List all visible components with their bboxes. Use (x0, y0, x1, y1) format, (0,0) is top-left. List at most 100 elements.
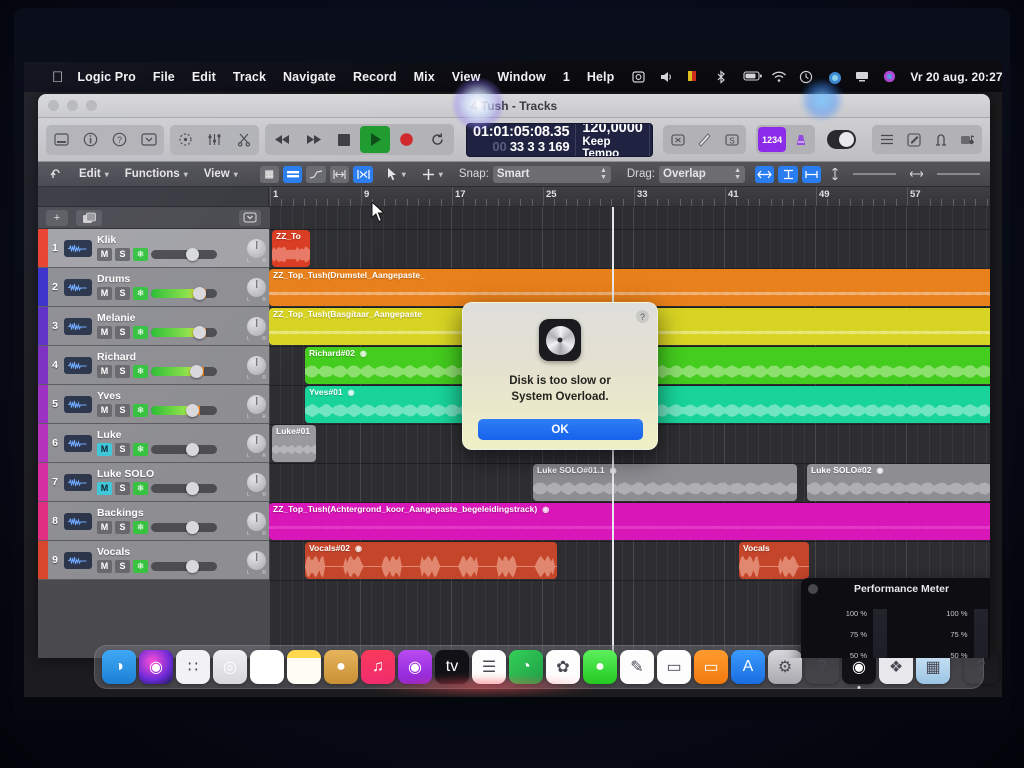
track-pan-knob[interactable]: LR (247, 317, 266, 336)
dock-item-reminders[interactable]: ☰ (472, 650, 506, 684)
track-volume-slider[interactable] (151, 406, 217, 415)
play-icon[interactable] (360, 126, 390, 153)
dock-item-calendar[interactable]: 20 (250, 650, 284, 684)
track-header[interactable]: 2 Drums M S ❄ L R (38, 268, 269, 307)
audio-track-icon[interactable] (64, 357, 92, 374)
scissors-icon[interactable] (230, 127, 257, 153)
track-volume-slider[interactable] (151, 250, 217, 259)
freeze-icon[interactable]: ❄ (133, 560, 148, 573)
track-mute-button[interactable]: M (97, 404, 112, 417)
mixer-icon[interactable] (201, 127, 228, 153)
volume-knob[interactable] (186, 248, 199, 261)
dock-item-numbers[interactable]: ◔ (509, 650, 543, 684)
snap-control[interactable]: Snap: Smart ▲ ▼ (453, 164, 617, 185)
wifi-icon[interactable] (771, 70, 786, 84)
region[interactable]: Luke SOLO#01.1◉ (533, 464, 797, 501)
audio-track-icon[interactable] (64, 435, 92, 452)
count-in-button[interactable]: 1234 (758, 127, 786, 152)
audio-track-icon[interactable] (64, 552, 92, 569)
add-track-icon[interactable]: + (46, 210, 68, 226)
metronome-toggle-icon[interactable] (788, 127, 813, 152)
vertical-zoom-slider[interactable] (849, 166, 900, 183)
track-solo-button[interactable]: S (115, 521, 130, 534)
horizontal-zoom-slider[interactable] (933, 166, 984, 183)
track-solo-button[interactable]: S (115, 287, 130, 300)
menu-help[interactable]: Help (587, 70, 615, 84)
dock-item-photos[interactable]: ✿ (546, 650, 580, 684)
dock-item-system-preferences[interactable]: ⚙ (768, 650, 802, 684)
dock-item-notes[interactable] (287, 650, 321, 684)
track-pan-knob[interactable]: LR (247, 395, 266, 414)
dock-item-books[interactable]: ▭ (694, 650, 728, 684)
region[interactable]: ZZ_Top_Tush(Achtergrond_koor_Aangepaste_… (269, 503, 990, 540)
freeze-icon[interactable]: ❄ (133, 482, 148, 495)
browser-icon[interactable] (955, 127, 980, 152)
track-pan-knob[interactable]: LR (247, 551, 266, 570)
snap-select[interactable]: Smart ▲ ▼ (493, 166, 611, 183)
track-color-strip[interactable] (38, 463, 48, 501)
track-header[interactable]: 7 Luke SOLO M S ❄ L R (38, 463, 269, 502)
track-volume-slider[interactable] (151, 562, 217, 571)
apple-icon[interactable]:  (52, 69, 63, 86)
volume-knob[interactable] (193, 326, 206, 339)
track-mute-button[interactable]: M (97, 521, 112, 534)
menu-view[interactable]: View (452, 70, 481, 84)
drag-control[interactable]: Drag: Overlap ▲ ▼ (621, 164, 751, 185)
track-mute-button[interactable]: M (97, 560, 112, 573)
menu-badge-1[interactable]: 1 (563, 70, 570, 84)
track-color-strip[interactable] (38, 424, 48, 462)
freeze-icon[interactable]: ❄ (133, 287, 148, 300)
volume-knob[interactable] (190, 365, 203, 378)
track-volume-slider[interactable] (151, 484, 217, 493)
track-name[interactable]: Drums (97, 274, 243, 285)
list-icon[interactable] (874, 127, 899, 152)
track-pan-knob[interactable]: LR (247, 356, 266, 375)
track-mute-button[interactable]: M (97, 443, 112, 456)
track-pan-knob[interactable]: LR (247, 473, 266, 492)
volume-knob[interactable] (186, 482, 199, 495)
track-name[interactable]: Luke (97, 430, 243, 441)
battery-icon[interactable] (743, 70, 758, 84)
menu-mix[interactable]: Mix (414, 70, 435, 84)
track-name[interactable]: Melanie (97, 313, 243, 324)
track-solo-button[interactable]: S (115, 443, 130, 456)
menu-navigate[interactable]: Navigate (283, 70, 336, 84)
display-icon[interactable] (855, 70, 870, 84)
duplicate-track-icon[interactable] (76, 210, 102, 226)
track-name[interactable]: Richard (97, 352, 243, 363)
cycle-icon[interactable] (422, 126, 452, 153)
toolbar-icon[interactable] (135, 127, 162, 153)
track-solo-button[interactable]: S (115, 365, 130, 378)
track-mute-button[interactable]: M (97, 365, 112, 378)
region[interactable]: Luke SOLO#02 ◉ (807, 464, 990, 501)
track-mute-button[interactable]: M (97, 248, 112, 261)
track-solo-button[interactable]: S (115, 482, 130, 495)
stop-icon[interactable] (329, 126, 359, 153)
menu-record[interactable]: Record (353, 70, 397, 84)
lcd-display[interactable]: 01:01:05:08.35 00 33 3 3 169 120,0000 Ke… (466, 123, 653, 157)
track-header[interactable]: 6 Luke M S ❄ L R (38, 424, 269, 463)
track-color-strip[interactable] (38, 385, 48, 423)
track-header[interactable]: 3 Melanie M S ❄ L R (38, 307, 269, 346)
siri-icon[interactable] (827, 70, 842, 84)
track-name[interactable]: Vocals (97, 547, 243, 558)
track-pan-knob[interactable]: LR (247, 512, 266, 531)
forward-icon[interactable] (298, 126, 328, 153)
dock-item-siri[interactable]: ◉ (139, 650, 173, 684)
audio-track-icon[interactable] (64, 240, 92, 257)
track-pan-knob[interactable]: LR (247, 434, 266, 453)
track-color-strip[interactable] (38, 502, 48, 540)
flex-icon[interactable] (330, 166, 349, 183)
undo-icon[interactable] (44, 166, 69, 183)
track-header[interactable]: 5 Yves M S ❄ L R (38, 385, 269, 424)
audio-track-icon[interactable] (64, 318, 92, 335)
track-solo-button[interactable]: S (115, 404, 130, 417)
varispeed-icon[interactable] (665, 127, 690, 152)
menu-view-local[interactable]: View ▾ (198, 166, 244, 182)
dock-item-downloads[interactable]: ⌧ (1001, 650, 1002, 684)
track-header[interactable]: 9 Vocals M S ❄ L R (38, 541, 269, 580)
track-volume-slider[interactable] (151, 289, 217, 298)
metronome-icon[interactable] (172, 127, 199, 153)
volume-knob[interactable] (186, 443, 199, 456)
menu-functions-local[interactable]: Functions ▾ (119, 166, 194, 182)
